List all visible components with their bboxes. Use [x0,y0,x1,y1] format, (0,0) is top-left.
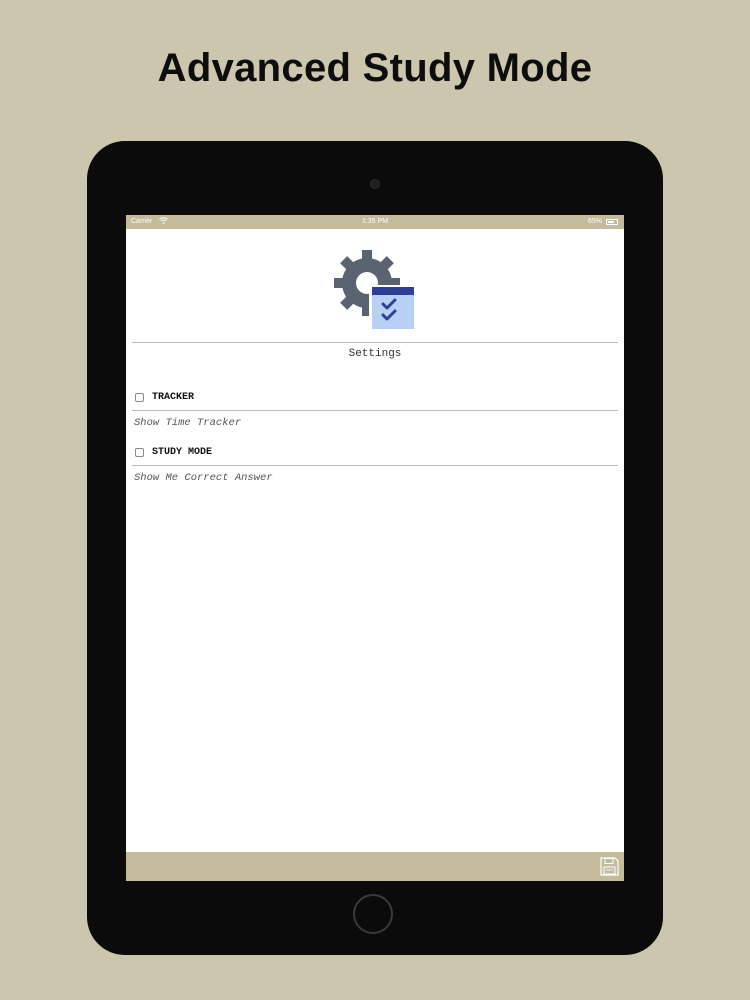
status-bar: Carrier 1:35 PM 65% [126,215,624,229]
study-mode-checkbox[interactable] [135,447,144,457]
promo-headline: Advanced Study Mode [157,46,593,90]
settings-gear-calendar-icon [333,247,417,331]
status-time: 1:35 PM [361,218,389,225]
battery-percent: 65% [587,218,602,225]
floppy-disk-icon[interactable] [599,856,620,877]
app-screen: Carrier 1:35 PM 65% Settings TRACKER Sho… [126,215,624,881]
tracker-checkbox[interactable] [135,392,144,402]
battery-icon [606,219,618,225]
option-divider [132,465,618,466]
option-divider [132,410,618,411]
tablet-device: Carrier 1:35 PM 65% Settings TRACKER Sho… [87,141,663,955]
settings-title: Settings [348,348,402,360]
front-camera [370,179,380,189]
option-description: Show Me Correct Answer [134,472,273,484]
bottom-toolbar [126,852,624,881]
option-label: STUDY MODE [152,446,213,458]
home-button[interactable] [353,894,393,934]
option-label: TRACKER [152,391,195,403]
option-tracker[interactable]: TRACKER [135,389,194,405]
option-description: Show Time Tracker [134,417,242,429]
option-study-mode[interactable]: STUDY MODE [135,444,212,460]
header-divider [132,342,618,343]
